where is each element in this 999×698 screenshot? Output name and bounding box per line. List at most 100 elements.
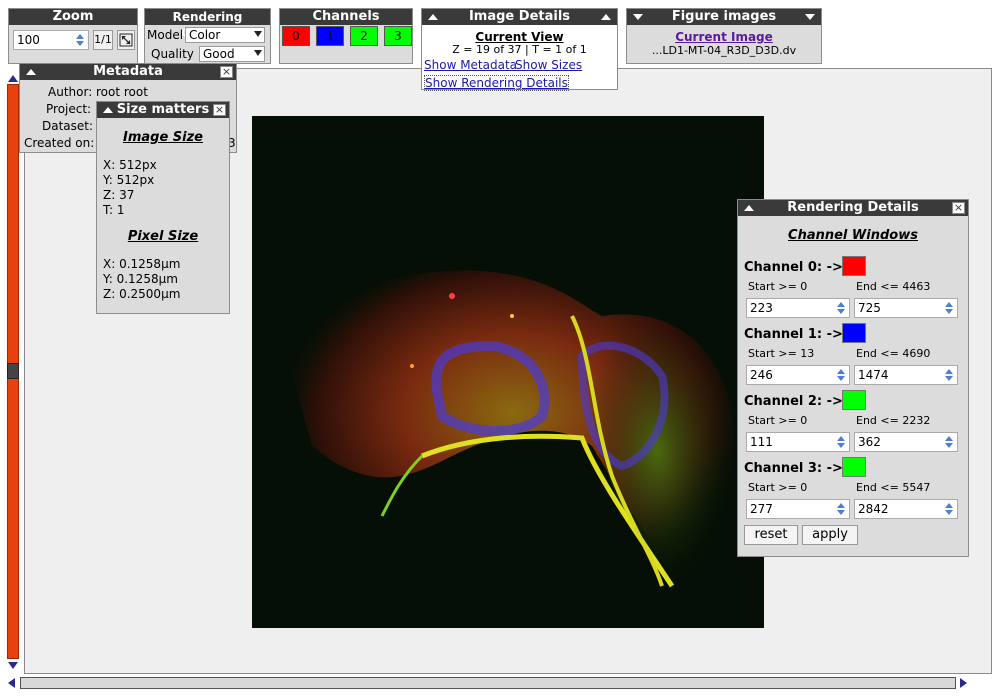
- channel-3-end-input[interactable]: 2842: [854, 499, 958, 519]
- channel-1-toggle[interactable]: 1: [316, 26, 344, 46]
- channel-2-start-label: Start >= 0: [748, 414, 808, 427]
- channel-3-label: Channel 3: ->: [744, 461, 843, 476]
- channel-3-end-stepper-icon[interactable]: [945, 502, 954, 516]
- channel-3-start-input[interactable]: 277: [746, 499, 850, 519]
- channel-3-color-swatch[interactable]: [842, 457, 866, 477]
- channel-2-start-input[interactable]: 111: [746, 432, 850, 452]
- figure-images-panel: Figure images Current Image ...LD1-MT-04…: [626, 8, 822, 64]
- model-select[interactable]: Color: [185, 27, 265, 43]
- metadata-title-text: Metadata: [93, 64, 163, 79]
- zoom-stepper-icon[interactable]: [76, 33, 85, 47]
- channel-0-start-stepper-icon[interactable]: [837, 301, 846, 315]
- apply-button[interactable]: apply: [802, 525, 858, 545]
- channel-0-start-label: Start >= 0: [748, 280, 808, 293]
- image-size-x: X: 512px: [103, 158, 157, 172]
- quality-label: Quality: [151, 47, 194, 61]
- channel-0-toggle[interactable]: 0: [282, 26, 310, 46]
- channel-0-start-input[interactable]: 223: [746, 298, 850, 318]
- author-value: root root: [96, 85, 148, 99]
- zoom-input[interactable]: 100: [13, 30, 89, 50]
- channel-2-end-stepper-icon[interactable]: [945, 435, 954, 449]
- scroll-down-arrow-icon[interactable]: [8, 662, 18, 669]
- size-matters-collapse-icon[interactable]: [103, 107, 113, 113]
- zoom-title: Zoom: [9, 9, 137, 25]
- hscrollbar-track[interactable]: [20, 677, 956, 689]
- reset-button[interactable]: reset: [744, 525, 798, 545]
- channel-2-toggle[interactable]: 2: [350, 26, 378, 46]
- quality-select-value: Good: [203, 47, 235, 61]
- channel-1-end-label: End <= 4690: [856, 347, 931, 360]
- author-label: Author:: [48, 85, 93, 99]
- channel-0-label: Channel 0: ->: [744, 260, 843, 275]
- channel-2-end-label: End <= 2232: [856, 414, 931, 427]
- show-rendering-details-link[interactable]: Show Rendering Details: [424, 75, 569, 91]
- collapse-arrow-icon[interactable]: [428, 14, 438, 20]
- channels-panel: Channels 0 1 2 3: [279, 8, 413, 64]
- size-matters-title: Size matters ×: [97, 102, 229, 118]
- channel-1-start-value: 246: [750, 368, 773, 382]
- scroll-up-arrow-icon[interactable]: [8, 75, 18, 82]
- vertical-scrollbar[interactable]: [6, 75, 20, 670]
- zoom-one-to-one-label: 1/1: [94, 33, 112, 46]
- metadata-close-icon[interactable]: ×: [220, 66, 233, 78]
- figure-filename: ...LD1-MT-04_R3D_D3D.dv: [651, 44, 797, 57]
- channel-3-end-value: 2842: [858, 502, 889, 516]
- rendering-options-panel: Rendering Options Model Color Quality Go…: [144, 8, 271, 64]
- show-sizes-link[interactable]: Show Sizes: [515, 58, 582, 72]
- image-details-panel: Image Details Current View Z = 19 of 37 …: [421, 8, 618, 91]
- horizontal-scrollbar[interactable]: [8, 676, 970, 692]
- scrollbar-thumb[interactable]: [7, 363, 19, 379]
- channel-0-end-input[interactable]: 725: [854, 298, 958, 318]
- channel-2-end-input[interactable]: 362: [854, 432, 958, 452]
- channel-3-start-value: 277: [750, 502, 773, 516]
- channel-2-start-value: 111: [750, 435, 773, 449]
- scroll-left-arrow-icon[interactable]: [8, 678, 15, 688]
- rendering-details-panel: Rendering Details × Channel Windows Chan…: [737, 199, 969, 557]
- channel-0-start-value: 223: [750, 301, 773, 315]
- channel-2-label: Channel 2: ->: [744, 394, 843, 409]
- expand-arrow-right-icon[interactable]: [805, 14, 815, 20]
- figure-images-title: Figure images: [627, 9, 821, 25]
- rendering-details-close-icon[interactable]: ×: [952, 202, 965, 214]
- created-label: Created on:: [24, 136, 95, 150]
- expand-arrow-icon[interactable]: [633, 14, 643, 20]
- channel-0-color-swatch[interactable]: [842, 256, 866, 276]
- channel-3-start-stepper-icon[interactable]: [837, 502, 846, 516]
- channel-2-color-swatch[interactable]: [842, 390, 866, 410]
- rendering-details-collapse-icon[interactable]: [744, 205, 754, 211]
- zoom-value: 100: [17, 33, 40, 47]
- channel-3-start-label: Start >= 0: [748, 481, 808, 494]
- collapse-arrow-right-icon[interactable]: [601, 14, 611, 20]
- channel-1-start-input[interactable]: 246: [746, 365, 850, 385]
- image-size-z: Z: 37: [103, 188, 135, 202]
- channel-1-end-stepper-icon[interactable]: [945, 368, 954, 382]
- zoom-one-to-one-button[interactable]: 1/1: [93, 30, 113, 50]
- microscopy-image[interactable]: [252, 116, 764, 628]
- image-size-y: Y: 512px: [103, 173, 155, 187]
- pixel-size-x: X: 0.1258µm: [103, 257, 181, 271]
- current-image-link[interactable]: Current Image: [627, 30, 821, 44]
- size-matters-close-icon[interactable]: ×: [213, 104, 226, 116]
- channel-0-end-stepper-icon[interactable]: [945, 301, 954, 315]
- show-metadata-link[interactable]: Show Metadata: [424, 58, 517, 72]
- channel-2-start-stepper-icon[interactable]: [837, 435, 846, 449]
- fit-to-window-icon: [119, 33, 133, 47]
- channel-2-end-value: 362: [858, 435, 881, 449]
- figure-images-title-text: Figure images: [671, 9, 777, 24]
- channels-title: Channels: [280, 9, 412, 25]
- image-position: Z = 19 of 37 | T = 1 of 1: [452, 43, 587, 56]
- model-dropdown-arrow-icon: [254, 31, 262, 37]
- model-label: Model: [147, 28, 184, 42]
- channel-1-end-input[interactable]: 1474: [854, 365, 958, 385]
- channel-3-end-label: End <= 5547: [856, 481, 931, 494]
- metadata-collapse-icon[interactable]: [26, 69, 36, 75]
- dataset-label: Dataset:: [42, 119, 94, 133]
- rendering-options-title: Rendering Options: [145, 9, 270, 40]
- scroll-right-arrow-icon[interactable]: [960, 678, 967, 688]
- size-matters-panel: Size matters × Image Size X: 512px Y: 51…: [96, 101, 230, 314]
- channel-1-start-stepper-icon[interactable]: [837, 368, 846, 382]
- fit-to-window-button[interactable]: [117, 30, 135, 50]
- channel-1-color-swatch[interactable]: [842, 323, 866, 343]
- channel-3-toggle[interactable]: 3: [384, 26, 412, 46]
- quality-select[interactable]: Good: [199, 46, 265, 62]
